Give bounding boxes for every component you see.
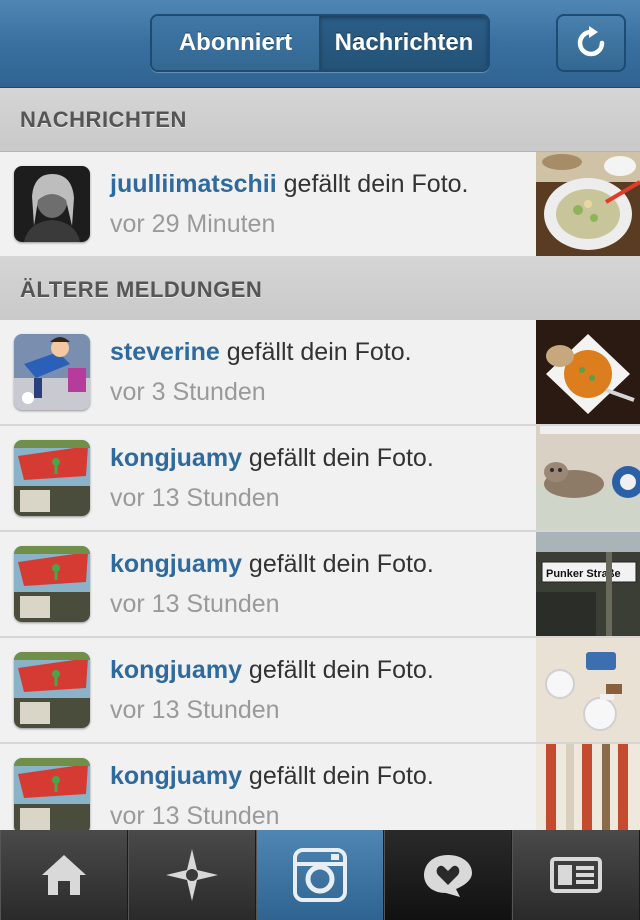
avatar[interactable] (14, 758, 90, 834)
tab-abonniert[interactable]: Abonniert (152, 16, 320, 70)
timestamp: vor 3 Stunden (110, 378, 266, 406)
username-link[interactable]: kongjuamy (110, 762, 242, 790)
avatar[interactable] (14, 166, 90, 242)
timestamp: vor 13 Stunden (110, 484, 280, 512)
feed-segmented-control: Abonniert Nachrichten (150, 14, 490, 72)
photo-thumbnail[interactable] (536, 152, 640, 256)
notification-text: juulliimatschii gefällt dein Foto. (110, 170, 469, 198)
timestamp: vor 13 Stunden (110, 802, 280, 830)
tab-profile[interactable] (512, 830, 640, 920)
photo-thumbnail[interactable]: Punker Straße (536, 532, 640, 636)
list-item[interactable]: kongjuamy gefällt dein Foto. vor 13 Stun… (0, 532, 640, 638)
refresh-icon (577, 26, 605, 57)
username-link[interactable]: kongjuamy (110, 444, 242, 472)
notification-text: kongjuamy gefällt dein Foto. (110, 762, 434, 790)
list-item[interactable]: juulliimatschii gefällt dein Foto. vor 2… (0, 152, 640, 258)
notification-text: kongjuamy gefällt dein Foto. (110, 656, 434, 684)
refresh-button[interactable] (556, 14, 626, 72)
tab-nachrichten[interactable]: Nachrichten (320, 16, 488, 70)
top-bar: Abonniert Nachrichten (0, 0, 640, 88)
username-link[interactable]: steverine (110, 338, 220, 366)
profile-icon (550, 857, 602, 893)
list-item[interactable]: kongjuamy gefällt dein Foto. vor 13 Stun… (0, 426, 640, 532)
camera-icon (293, 848, 347, 902)
username-link[interactable]: kongjuamy (110, 550, 242, 578)
avatar[interactable] (14, 546, 90, 622)
photo-thumbnail[interactable] (536, 426, 640, 530)
notification-text: kongjuamy gefällt dein Foto. (110, 550, 434, 578)
timestamp: vor 13 Stunden (110, 590, 280, 618)
avatar[interactable] (14, 440, 90, 516)
timestamp: vor 29 Minuten (110, 210, 276, 238)
username-link[interactable]: juulliimatschii (110, 170, 277, 198)
tab-news[interactable] (384, 830, 512, 920)
username-link[interactable]: kongjuamy (110, 656, 242, 684)
list-item[interactable]: kongjuamy gefällt dein Foto. vor 13 Stun… (0, 638, 640, 744)
list-item[interactable]: steverine gefällt dein Foto. vor 3 Stund… (0, 320, 640, 426)
section-header-news: NACHRICHTEN (0, 88, 640, 152)
explore-icon (166, 849, 218, 901)
section-header-older: ÄLTERE MELDUNGEN (0, 258, 640, 322)
bottom-tab-bar (0, 830, 640, 920)
home-icon (42, 855, 86, 895)
photo-thumbnail[interactable] (536, 638, 640, 742)
notification-text: kongjuamy gefällt dein Foto. (110, 444, 434, 472)
news-icon (424, 855, 472, 897)
timestamp: vor 13 Stunden (110, 696, 280, 724)
avatar[interactable] (14, 652, 90, 728)
photo-thumbnail[interactable] (536, 320, 640, 424)
notification-text: steverine gefällt dein Foto. (110, 338, 412, 366)
tab-explore[interactable] (128, 830, 256, 920)
tab-home[interactable] (0, 830, 128, 920)
tab-camera[interactable] (256, 830, 384, 920)
avatar[interactable] (14, 334, 90, 410)
